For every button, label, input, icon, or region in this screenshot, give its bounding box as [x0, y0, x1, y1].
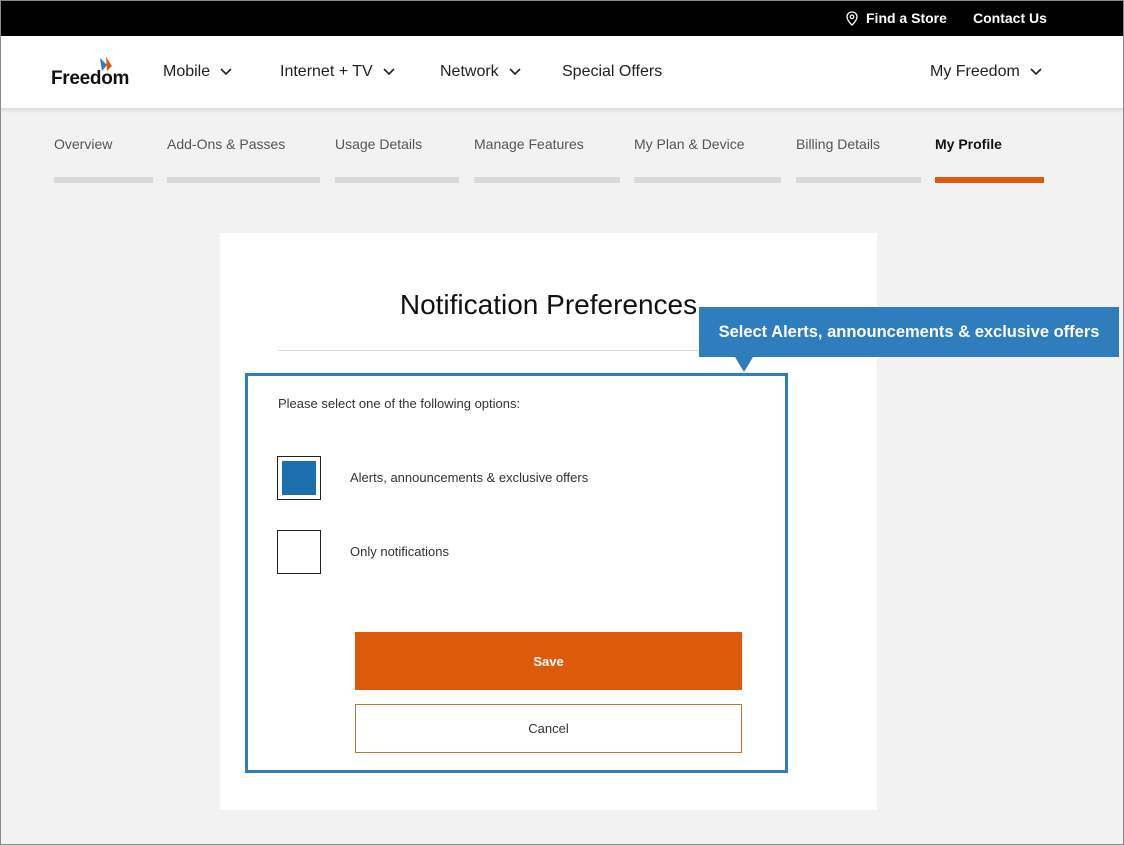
nav-internet-tv[interactable]: Internet + TV — [280, 36, 395, 108]
main-header: Freedom Mobile Internet + TV Network Spe… — [0, 36, 1124, 108]
nav-special-offers[interactable]: Special Offers — [562, 36, 662, 108]
tab-usage-details-bar — [335, 177, 459, 183]
chevron-down-icon — [509, 68, 521, 76]
nav-network[interactable]: Network — [440, 36, 521, 108]
callout-arrow — [735, 357, 753, 372]
tab-my-profile[interactable]: My Profile — [935, 136, 1002, 152]
tab-add-ons-passes[interactable]: Add-Ons & Passes — [167, 136, 285, 152]
find-store-label: Find a Store — [866, 10, 947, 26]
cancel-button[interactable]: Cancel — [355, 704, 742, 753]
chevron-down-icon — [220, 68, 232, 76]
nav-mobile[interactable]: Mobile — [163, 36, 232, 108]
nav-my-freedom-label: My Freedom — [930, 63, 1020, 80]
location-pin-icon — [846, 10, 858, 26]
nav-my-freedom[interactable]: My Freedom — [930, 36, 1042, 108]
chevron-down-icon — [1030, 68, 1042, 76]
tab-manage-features-bar — [474, 177, 620, 183]
tab-usage-details[interactable]: Usage Details — [335, 136, 422, 152]
only-notifications-checkbox[interactable] — [277, 530, 321, 574]
tab-my-plan-device[interactable]: My Plan & Device — [634, 136, 744, 152]
tab-add-ons-passes-bar — [167, 177, 320, 183]
alerts-offers-label[interactable]: Alerts, announcements & exclusive offers — [350, 470, 588, 485]
logo-text: Freedom — [51, 68, 130, 89]
tab-my-profile-bar — [935, 177, 1044, 183]
tab-overview-bar — [54, 177, 153, 183]
nav-network-label: Network — [440, 63, 499, 80]
account-subtabs: Overview Add-Ons & Passes Usage Details … — [0, 108, 1124, 188]
utility-bar: Find a Store Contact Us — [0, 0, 1124, 36]
tab-overview[interactable]: Overview — [54, 136, 112, 152]
tab-my-plan-device-bar — [634, 177, 781, 183]
freedom-logo[interactable]: Freedom — [51, 56, 133, 90]
find-store-link[interactable]: Find a Store — [846, 0, 947, 36]
tab-billing-details-bar — [796, 177, 921, 183]
nav-internet-tv-label: Internet + TV — [280, 63, 373, 80]
only-notifications-label[interactable]: Only notifications — [350, 544, 449, 559]
alerts-offers-checkbox[interactable] — [277, 456, 321, 500]
save-button[interactable]: Save — [355, 632, 742, 690]
contact-us-link[interactable]: Contact Us — [973, 0, 1047, 36]
options-prompt: Please select one of the following optio… — [278, 396, 521, 411]
nav-mobile-label: Mobile — [163, 63, 211, 80]
tab-manage-features[interactable]: Manage Features — [474, 136, 584, 152]
instruction-callout: Select Alerts, announcements & exclusive… — [699, 307, 1119, 357]
tab-billing-details[interactable]: Billing Details — [796, 136, 880, 152]
chevron-down-icon — [383, 68, 395, 76]
